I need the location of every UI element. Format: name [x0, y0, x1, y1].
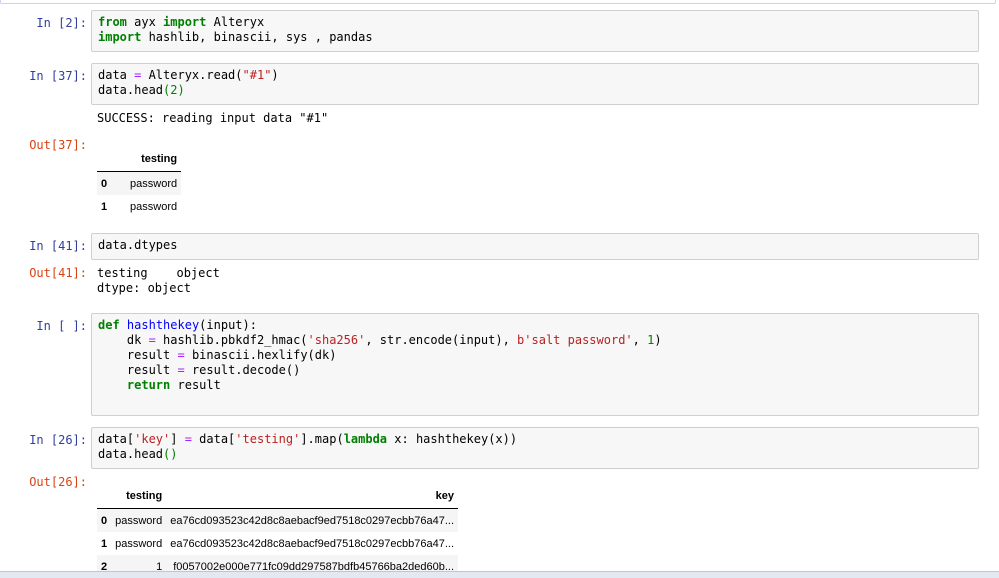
code-token: binascii.hexlify(dk) [184, 348, 337, 362]
code-input[interactable]: from ayx import Alteryx import hashlib, b… [91, 10, 979, 52]
code-token: b'salt password' [517, 333, 633, 347]
table-cell: password [115, 537, 163, 550]
code-token: Alteryx [206, 15, 265, 29]
code-token: x: hashthekey(x)) [387, 432, 518, 446]
column-header: testing [111, 484, 167, 509]
input-prompt: In [37]: [29, 69, 87, 83]
code-token: = [148, 333, 156, 347]
input-prompt: In [41]: [29, 239, 87, 253]
stdout-output: SUCCESS: reading input data "#1" [97, 111, 329, 125]
table-cell: ea76cd093523c42d8c8aebacf9ed7518c0297ecb… [170, 514, 455, 527]
dtypes-output: testing object dtype: object [97, 266, 220, 295]
horizontal-scrollbar[interactable] [0, 571, 999, 578]
dataframe-table: testing 0 password 1 password [97, 147, 182, 218]
code-line: data['key'] = data['testing'].map(lambda… [98, 432, 972, 447]
code-token: = [177, 363, 185, 377]
dataframe-table: testing key 0 password ea76cd093523c42d8c8ae… [97, 484, 459, 578]
output-prompt: Out[41]: [29, 266, 87, 280]
code-input[interactable]: data['key'] = data['testing'].map(lambda… [91, 427, 979, 469]
code-token: result [170, 378, 221, 392]
code-token: Alteryx.read( [141, 68, 243, 82]
code-token: = [184, 432, 192, 446]
code-token: ].map( [300, 432, 344, 446]
code-token: hashlib, binascii, sys , pandas [141, 30, 373, 44]
code-line: return result [98, 378, 972, 393]
code-token: () [163, 447, 178, 461]
output-prompt: Out[37]: [29, 138, 87, 152]
code-line: data.head() [98, 447, 972, 462]
code-token: ) [271, 68, 279, 82]
previous-cell-border [0, 0, 996, 4]
code-input[interactable]: data = Alteryx.read("#1") data.head(2) [91, 63, 979, 105]
table-row: 1 password [97, 195, 181, 218]
code-line: data.dtypes [98, 238, 972, 253]
code-token: data[ [191, 432, 236, 446]
code-input[interactable]: data.dtypes [91, 233, 979, 260]
code-token: 2 [170, 83, 178, 97]
code-token: data.head [98, 447, 164, 461]
code-token: data.dtypes [98, 238, 178, 252]
table-cell: password [130, 177, 178, 190]
code-token: , str.encode(input), [365, 333, 518, 347]
code-line: def hashthekey(input): [98, 318, 972, 333]
code-token: ) [177, 83, 185, 97]
row-index: 1 [101, 200, 108, 213]
code-token: hashlib.pbkdf2_hmac( [155, 333, 308, 347]
table-cell: password [115, 514, 163, 527]
code-line: data = Alteryx.read("#1") [98, 68, 972, 83]
code-token: 'testing' [235, 432, 301, 446]
row-index: 0 [101, 514, 108, 527]
code-token: result [98, 348, 178, 362]
table-row: 0 password ea76cd093523c42d8c8aebacf9ed751… [97, 508, 459, 532]
code-token: import [98, 30, 142, 44]
code-token: data[ [98, 432, 135, 446]
code-token: from [98, 15, 127, 29]
index-header [97, 147, 112, 172]
row-index: 1 [101, 537, 108, 550]
table-row: 0 password [97, 171, 182, 195]
code-token: def [98, 318, 120, 332]
input-prompt: In [26]: [29, 433, 87, 447]
code-token: ] [170, 432, 185, 446]
code-token: dk [98, 333, 149, 347]
code-token: lambda [343, 432, 388, 446]
code-token: ) [654, 333, 662, 347]
output-prompt: Out[26]: [29, 475, 87, 489]
code-token: data.head [98, 83, 164, 97]
code-input[interactable]: def hashthekey(input): dk = hashlib.pbkd… [91, 313, 979, 416]
code-token: return [126, 378, 171, 392]
table-cell: password [130, 200, 178, 213]
code-token: result [98, 363, 178, 377]
code-line: result = result.decode() [98, 363, 972, 378]
code-token: , [632, 333, 648, 347]
code-token: "#1" [242, 68, 272, 82]
table-row: 1 password ea76cd093523c42d8c8aebacf9ed751… [97, 532, 458, 555]
code-line: from ayx import Alteryx [98, 15, 972, 30]
input-prompt: In [ ]: [36, 319, 87, 333]
code-line: data.head(2) [98, 83, 972, 98]
code-token: = [177, 348, 185, 362]
code-line: dk = hashlib.pbkdf2_hmac('sha256', str.e… [98, 333, 972, 348]
code-line: import hashlib, binascii, sys , pandas [98, 30, 972, 45]
code-line: result = binascii.hexlify(dk) [98, 348, 972, 363]
input-prompt: In [2]: [36, 16, 87, 30]
code-token: import [163, 15, 207, 29]
code-token: 'key' [134, 432, 171, 446]
code-token: (input): [199, 318, 257, 332]
index-header [97, 484, 112, 509]
table-cell: ea76cd093523c42d8c8aebacf9ed7518c0297ecb… [170, 537, 455, 550]
code-token: hashthekey [126, 318, 200, 332]
column-header: key [166, 484, 459, 509]
row-index: 0 [101, 177, 108, 190]
code-token: result.decode() [184, 363, 301, 377]
code-token: data [98, 68, 135, 82]
code-token: ayx [126, 15, 164, 29]
code-token: 'sha256' [307, 333, 366, 347]
column-header: testing [111, 147, 182, 172]
